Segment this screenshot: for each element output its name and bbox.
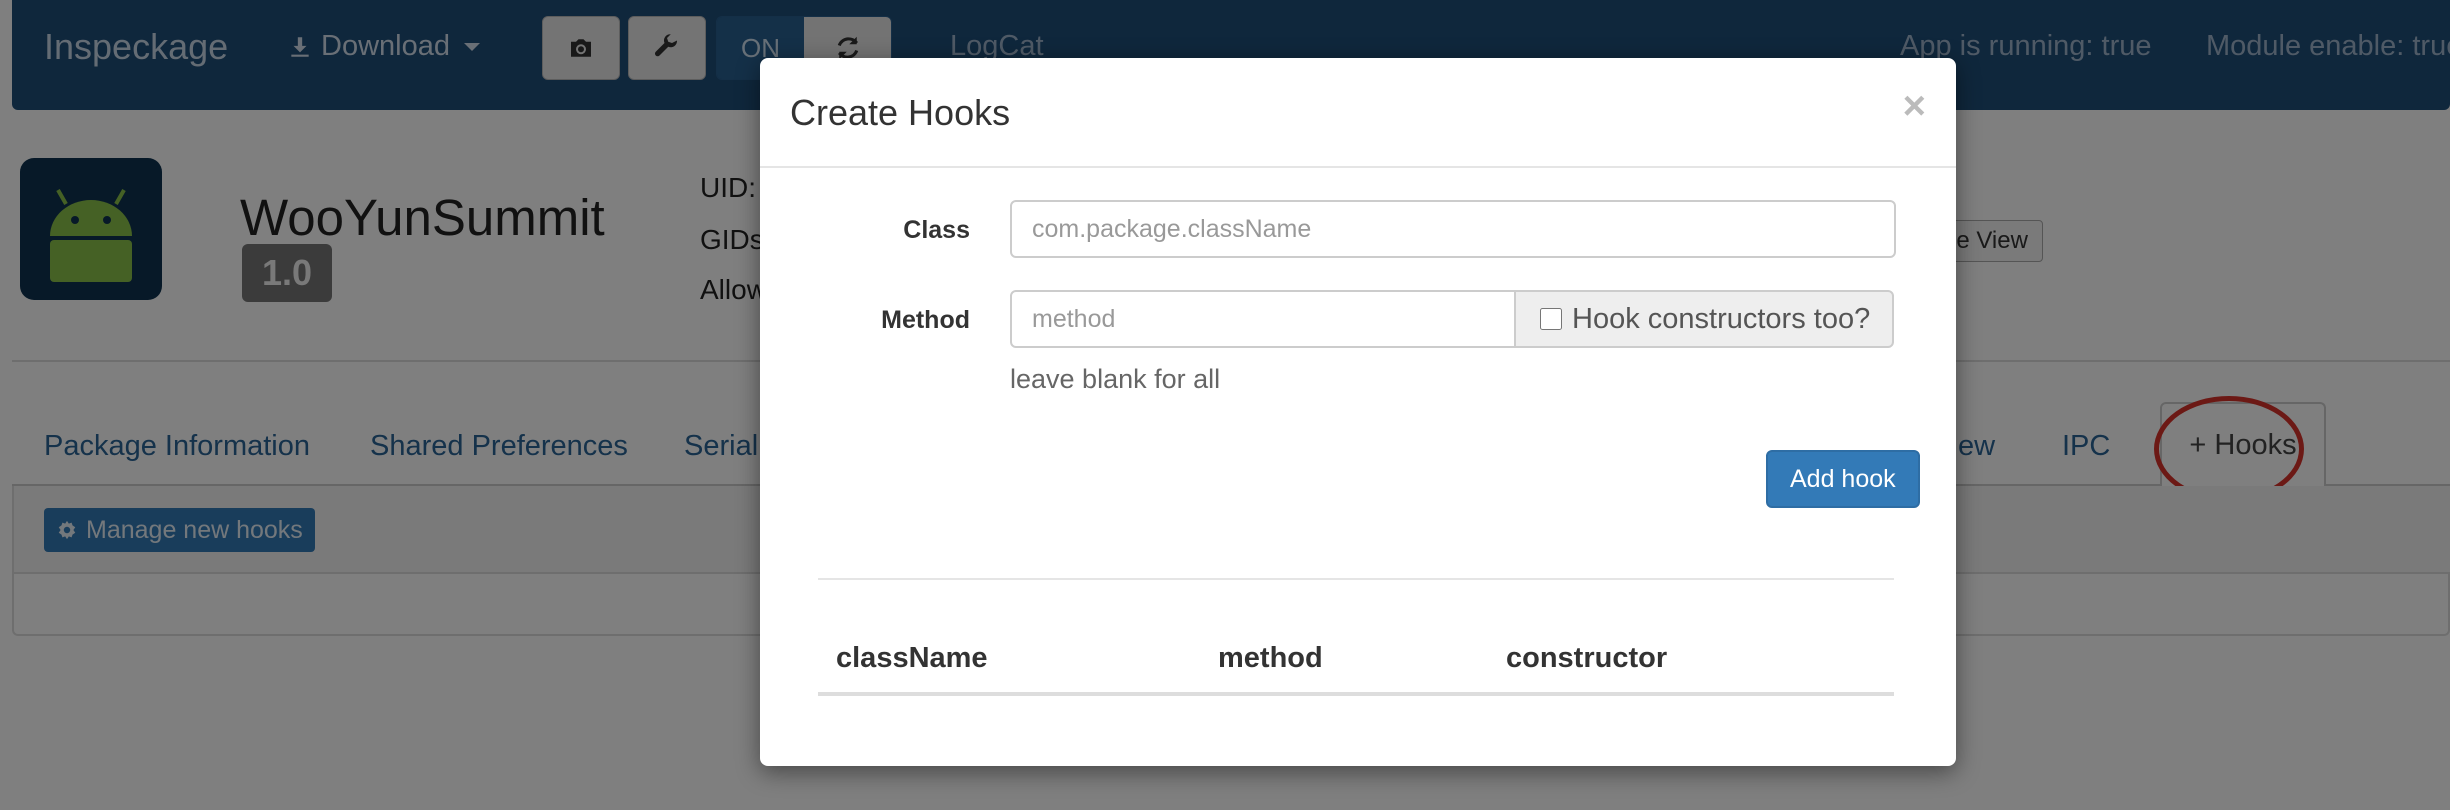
column-header-constructor: constructor — [1506, 642, 1668, 674]
hook-constructors-label: Hook constructors too? — [1572, 302, 1871, 335]
class-label: Class — [903, 216, 970, 244]
hook-constructors-checkbox[interactable] — [1540, 308, 1562, 330]
column-header-classname: className — [836, 642, 988, 674]
class-input[interactable] — [1010, 200, 1896, 258]
method-label: Method — [881, 306, 970, 334]
close-icon[interactable]: × — [1903, 84, 1926, 129]
table-header-border — [818, 692, 1894, 696]
method-help-text: leave blank for all — [1010, 364, 1221, 394]
column-header-method: method — [1218, 642, 1323, 674]
create-hooks-modal: Create Hooks × Class Method Hook constru… — [760, 58, 1956, 766]
hook-constructors-addon[interactable]: Hook constructors too? — [1514, 290, 1894, 348]
add-hook-button[interactable]: Add hook — [1766, 450, 1920, 508]
modal-header: Create Hooks × — [760, 58, 1956, 168]
modal-divider — [818, 578, 1894, 580]
method-input[interactable] — [1010, 290, 1516, 348]
modal-title: Create Hooks — [790, 92, 1011, 133]
